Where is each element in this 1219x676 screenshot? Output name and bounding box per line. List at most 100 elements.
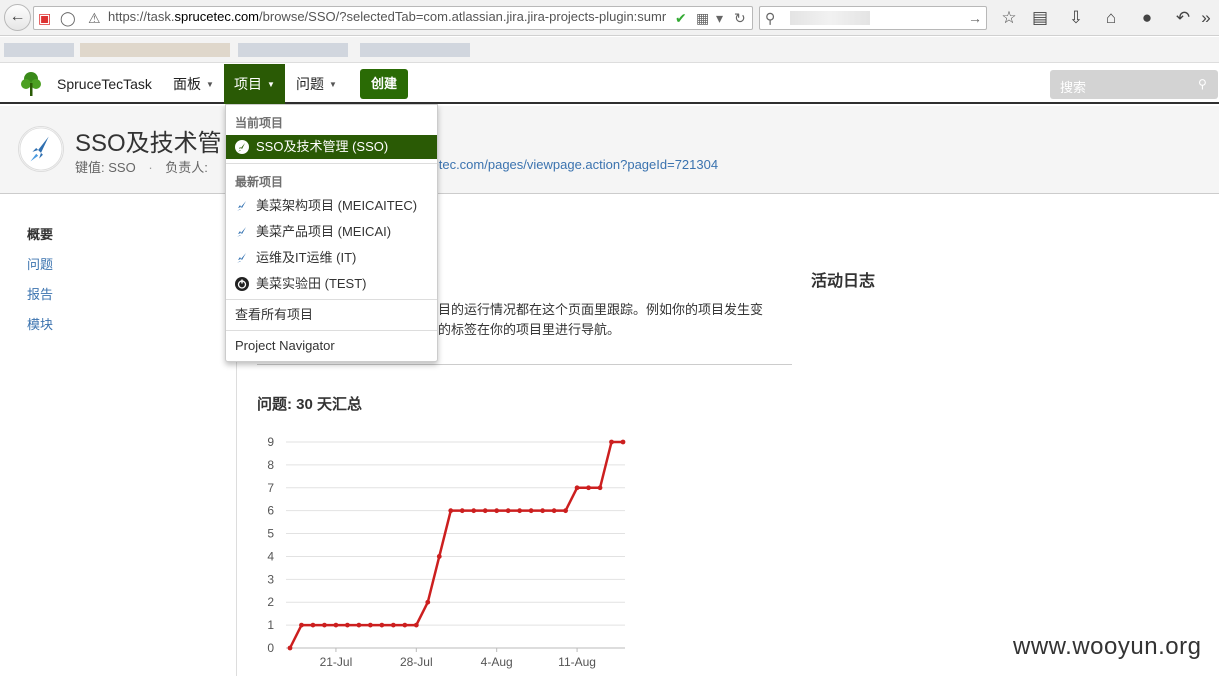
data-point — [436, 554, 442, 559]
data-point — [356, 622, 362, 628]
data-point — [402, 622, 408, 628]
sidebar-item-issues[interactable]: 问题 — [27, 254, 53, 273]
menu-divider — [226, 330, 437, 331]
menu-item-recent-project[interactable]: 运维及IT运维 (IT) — [226, 246, 437, 270]
menu-item-recent-project[interactable]: 美菜架构项目 (MEICAITEC) — [226, 194, 437, 218]
shield-icon[interactable]: ◯ — [60, 6, 76, 30]
app-name[interactable]: SpruceTecTask — [57, 76, 152, 92]
x-tick-label: 21-Jul — [320, 655, 353, 669]
y-tick-label: 4 — [267, 549, 274, 563]
search-icon[interactable]: ⚲ — [1198, 77, 1207, 91]
series-line — [288, 440, 623, 649]
spruce-logo-icon[interactable] — [20, 71, 42, 97]
data-point — [505, 508, 511, 514]
rocket-icon — [235, 140, 249, 154]
y-tick-label: 8 — [267, 458, 274, 472]
data-point — [528, 508, 534, 514]
search-placeholder: 搜索 — [1060, 80, 1087, 95]
power-icon — [235, 277, 249, 291]
search-icon[interactable]: ⚲ — [765, 6, 775, 30]
data-point — [425, 599, 431, 605]
data-point — [597, 485, 603, 491]
x-tick-label: 28-Jul — [400, 655, 433, 669]
data-point — [494, 508, 500, 514]
divider — [257, 364, 792, 365]
recent-projects-header: 最新项目 — [235, 175, 284, 189]
current-project-header: 当前项目 — [235, 116, 284, 130]
bookmark-item[interactable] — [4, 43, 74, 57]
data-point — [310, 622, 316, 628]
menu-item-recent-project[interactable]: 美菜实验田 (TEST) — [226, 272, 437, 296]
sidebar-item-overview[interactable]: 概要 — [27, 224, 53, 243]
menu-item-view-all-projects[interactable]: 查看所有项目 — [226, 303, 437, 327]
data-point — [333, 622, 339, 628]
nav-projects[interactable]: 项目 ▼ — [224, 64, 285, 104]
bookmark-item[interactable] — [238, 43, 348, 57]
undo-icon[interactable]: ↶ — [1170, 6, 1196, 30]
activity-stream-title: 活动日志 — [811, 273, 876, 290]
sidebar-item-reports[interactable]: 报告 — [27, 284, 53, 303]
data-point — [390, 622, 396, 628]
data-point — [459, 508, 465, 514]
chevron-down-icon: ▼ — [329, 80, 337, 90]
sidebar-item-components[interactable]: 模块 — [27, 314, 53, 333]
data-point — [620, 439, 626, 445]
menu-item-label: SSO及技术管理 (SSO) — [256, 139, 389, 154]
reload-icon[interactable]: ↻ — [734, 6, 746, 30]
nav-dashboards[interactable]: 面板 ▼ — [163, 64, 224, 104]
go-arrow-icon[interactable]: → — [968, 6, 982, 30]
bookmark-item[interactable] — [80, 43, 230, 57]
y-tick-label: 9 — [267, 435, 274, 449]
home-icon[interactable]: ⌂ — [1098, 6, 1124, 30]
blurred-search-text — [790, 11, 870, 25]
x-tick-label: 11-Aug — [558, 655, 596, 669]
rocket-avatar-icon — [18, 126, 64, 172]
y-tick-label: 1 — [267, 618, 274, 632]
qrcode-icon[interactable]: ▦ — [696, 6, 709, 30]
data-point — [563, 508, 568, 514]
back-arrow-icon[interactable]: ← — [4, 4, 31, 31]
data-point — [413, 622, 419, 628]
calendar-icon[interactable]: ▣ — [38, 6, 51, 30]
dropdown-arrow-icon[interactable]: ▾ — [716, 6, 723, 30]
x-tick-label: 4-Aug — [481, 655, 513, 669]
project-lead-label: 负责人: — [165, 160, 208, 175]
data-point — [379, 622, 385, 628]
menu-item-label: 美菜实验田 (TEST) — [256, 276, 367, 291]
data-point — [517, 508, 523, 514]
chat-icon[interactable]: ● — [1134, 6, 1160, 30]
bookmark-star-icon[interactable]: ☆ — [996, 6, 1022, 30]
data-point — [609, 439, 614, 445]
y-tick-label: 0 — [267, 641, 274, 655]
data-point — [586, 485, 591, 491]
menu-item-label: 运维及IT运维 (IT) — [256, 250, 357, 265]
project-url-link[interactable]: cetec.com/pages/viewpage.action?pageId=7… — [425, 157, 718, 172]
data-point — [299, 622, 304, 628]
data-point — [482, 508, 488, 514]
download-icon[interactable]: ⇩ — [1063, 6, 1089, 30]
more-icon[interactable]: » — [1196, 6, 1216, 30]
bookmark-item[interactable] — [360, 43, 470, 57]
data-point — [345, 622, 350, 628]
data-point — [574, 485, 580, 491]
rocket-icon — [237, 201, 246, 211]
menu-item-label: 美菜架构项目 (MEICAITEC) — [256, 198, 418, 213]
chart-title: 问题: 30 天汇总 — [257, 396, 363, 413]
project-key: 键值: SSO — [75, 160, 136, 175]
rocket-icon — [237, 253, 246, 263]
nav-issues[interactable]: 问题 ▼ — [286, 64, 347, 104]
menu-item-recent-project[interactable]: 美菜产品项目 (MEICAI) — [226, 220, 437, 244]
warning-icon: ⚠ — [88, 10, 101, 26]
project-meta: 键值: SSO · 负责人: — [75, 160, 208, 175]
create-button[interactable]: 创建 — [360, 69, 408, 99]
reader-icon[interactable]: ▤ — [1027, 6, 1053, 30]
watermark: www.wooyun.org — [1013, 633, 1202, 660]
issues-line-chart: 0 1 2 3 4 5 6 7 8 9 21-Jul 28-Jul 4-Aug 11-Aug — [267, 435, 626, 669]
menu-divider — [226, 163, 437, 164]
data-point — [287, 645, 293, 651]
menu-item-project-navigator[interactable]: Project Navigator — [226, 334, 437, 358]
menu-item-current-project[interactable]: SSO及技术管理 (SSO) — [226, 135, 437, 159]
data-point — [540, 508, 546, 514]
url-text[interactable]: https://task.sprucetec.com/browse/SSO/?s… — [108, 9, 668, 24]
y-tick-label: 3 — [267, 572, 274, 586]
